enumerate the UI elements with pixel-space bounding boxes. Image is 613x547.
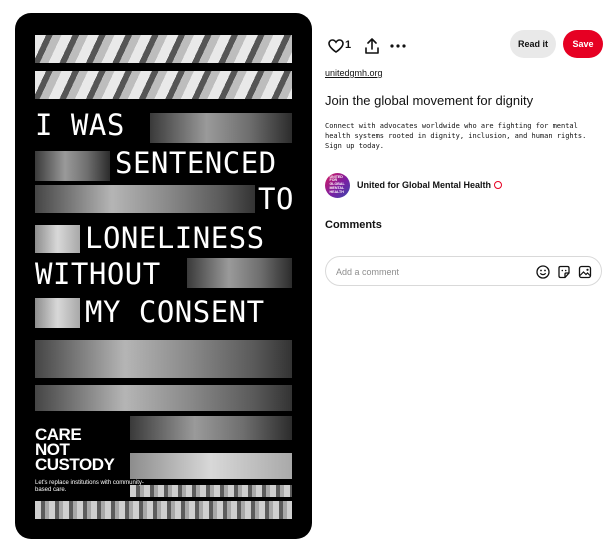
pin-title: Join the global movement for dignity — [325, 93, 534, 108]
photo-strip — [35, 340, 292, 378]
share-icon[interactable] — [361, 35, 383, 57]
sticker-icon[interactable] — [556, 264, 571, 279]
pin-description: Connect with advocates worldwide who are… — [325, 122, 587, 150]
emoji-icon[interactable] — [535, 264, 550, 279]
save-button[interactable]: Save — [563, 30, 603, 58]
avatar[interactable]: UNITED FOR GLOBAL MENTAL HEALTH — [325, 172, 350, 198]
read-it-button[interactable]: Read it — [510, 30, 556, 58]
poster-brand-subtitle: Let's replace institutions with communit… — [35, 480, 144, 493]
comments-heading: Comments — [325, 219, 382, 231]
photo-strip — [35, 185, 255, 213]
photo-strip — [35, 71, 292, 99]
photo-strip — [35, 385, 292, 411]
comment-box — [325, 256, 602, 286]
more-icon[interactable] — [387, 35, 409, 57]
photo-strip — [35, 501, 292, 519]
poster-line-4: LONELINESS — [85, 221, 265, 255]
action-row: 1 Read it Save — [325, 30, 603, 60]
photo-strip — [35, 151, 110, 181]
brand-line: CUSTODY — [35, 455, 115, 474]
avatar-text: UNITED FOR GLOBAL MENTAL HEALTH — [329, 174, 345, 194]
photo-strip — [35, 298, 80, 328]
creator-name[interactable]: United for Global Mental Health — [357, 180, 491, 190]
photo-strip — [35, 35, 292, 63]
photo-strip — [130, 453, 292, 479]
pin-image[interactable]: I WAS SENTENCED TO LONELINESS WITHOUT MY… — [15, 13, 312, 539]
photo-strip — [150, 113, 292, 143]
creator-row: UNITED FOR GLOBAL MENTAL HEALTH United f… — [325, 172, 503, 198]
heart-icon[interactable] — [325, 35, 347, 57]
poster-line-5: WITHOUT — [35, 257, 161, 291]
source-link[interactable]: unitedgmh.org — [325, 68, 383, 78]
poster-brand: CARE NOT CUSTODY — [35, 426, 115, 474]
comment-input[interactable] — [336, 264, 521, 280]
poster-line-3: TO — [258, 182, 294, 216]
photo-strip — [187, 258, 292, 288]
poster-line-6: MY CONSENT — [85, 295, 265, 329]
photo-strip — [130, 416, 292, 440]
like-count: 1 — [345, 39, 352, 51]
verified-badge-icon — [494, 181, 503, 189]
photo-strip — [130, 485, 292, 497]
poster-line-2: SENTENCED — [115, 146, 277, 180]
image-icon[interactable] — [577, 264, 592, 279]
poster-line-1: I WAS — [35, 108, 125, 142]
photo-strip — [35, 225, 80, 253]
